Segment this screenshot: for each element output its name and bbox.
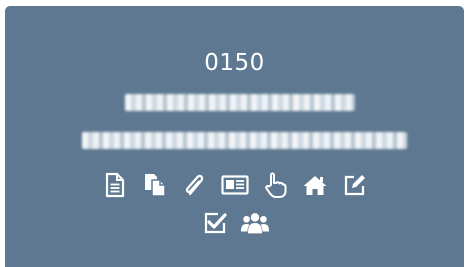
checkbox-icon[interactable] (200, 208, 230, 238)
paperclip-icon[interactable] (180, 170, 210, 200)
copy-icon[interactable] (140, 170, 170, 200)
record-number: 0150 (204, 50, 265, 76)
document-icon[interactable] (100, 170, 130, 200)
home-icon[interactable] (300, 170, 330, 200)
record-card: 0150 (5, 6, 464, 267)
pointer-hand-icon[interactable] (260, 170, 290, 200)
users-icon[interactable] (240, 208, 270, 238)
redacted-line-2 (82, 132, 407, 149)
redacted-line-1 (125, 94, 355, 111)
edit-icon[interactable] (340, 170, 370, 200)
id-card-icon[interactable] (220, 170, 250, 200)
action-icons-row-2 (5, 208, 464, 238)
action-icons-row-1 (5, 170, 464, 200)
